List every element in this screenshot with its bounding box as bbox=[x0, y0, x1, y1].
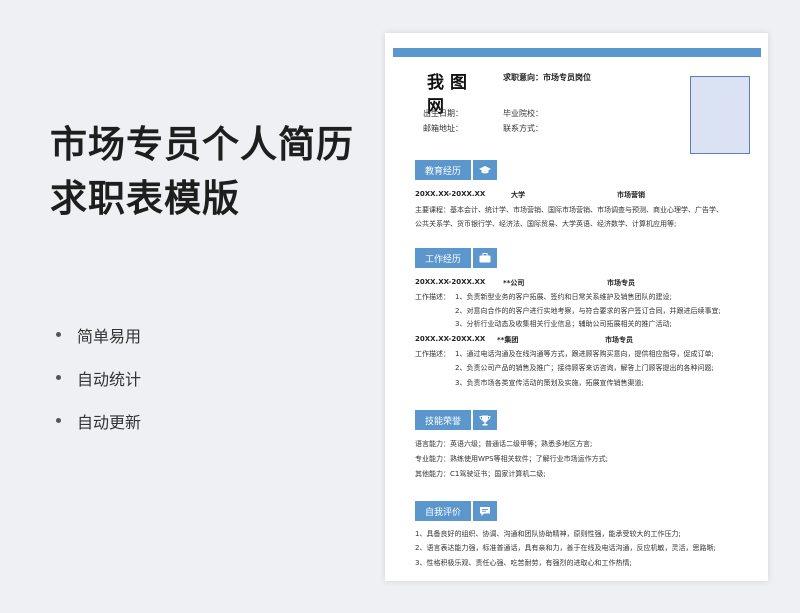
section-title: 教育经历 bbox=[415, 160, 472, 180]
section-header-work: 工作经历 bbox=[415, 248, 498, 268]
contact-label: 联系方式： bbox=[503, 124, 543, 133]
bullet-icon bbox=[56, 332, 61, 337]
job-intent: 求职意向：市场专员岗位 bbox=[503, 73, 591, 82]
job-position: 市场专员 bbox=[607, 279, 635, 287]
feature-list: 简单易用 自动统计 自动更新 bbox=[56, 313, 141, 442]
job-desc-item: 1、负责新型业务的客户拓展、签约和日常关系维护及销售团队的建设; bbox=[455, 293, 672, 301]
resume-page: 我图网 求职意向：市场专员岗位 出生日期： 毕业院校： 邮箱地址： 联系方式： … bbox=[385, 33, 768, 581]
feature-label: 自动统计 bbox=[77, 369, 142, 389]
bullet-icon bbox=[56, 418, 61, 423]
skill-line: 语言能力：英语六级；普通话二级甲等；熟悉多地区方言; bbox=[415, 440, 593, 448]
job-company: **集团 bbox=[497, 336, 519, 344]
job-desc-item: 3、分析行业动态及收集相关行业信息；辅助公司拓展相关的推广活动; bbox=[455, 320, 672, 328]
bullet-icon bbox=[56, 375, 61, 380]
promo-title: 市场专员个人简历求职表模版 bbox=[50, 123, 354, 220]
job-company: **公司 bbox=[503, 279, 525, 287]
job-period: 20XX.XX-20XX.XX bbox=[415, 278, 486, 286]
self-eval-line: 1、具备良好的组织、协调、沟通和团队协助精神，原则性强，能承受较大的工作压力; bbox=[415, 530, 681, 538]
section-title: 自我评价 bbox=[415, 501, 472, 521]
job-desc-item: 2、负责公司产品的销售及推广；接待顾客来访咨询，解答上门顾客提出的各种问题; bbox=[455, 364, 714, 372]
birth-label: 出生日期： bbox=[423, 109, 463, 118]
school-label: 毕业院校： bbox=[503, 109, 543, 118]
job-desc-item: 3、负责市场各类宣传活动的策划及实施，拓展宣传销售渠道; bbox=[455, 379, 644, 387]
chat-bubble-icon bbox=[473, 501, 498, 521]
job-desc-item: 1、通过电话沟通及在线沟通等方式，跟进顾客购买意向，提供相应指导，促成订单; bbox=[455, 350, 714, 358]
job-desc-item: 2、对意向合作的的客户进行实地考察，与符合要求的客户签订合同，并跟进后续事宜; bbox=[455, 307, 721, 315]
edu-major: 市场营销 bbox=[617, 191, 645, 199]
trophy-icon bbox=[473, 410, 498, 430]
feature-label: 自动更新 bbox=[77, 412, 142, 432]
skill-line: 专业能力：熟练使用WPS等相关软件；了解行业市场运作方式; bbox=[415, 455, 608, 463]
header-accent-bar bbox=[393, 48, 761, 57]
section-title: 技能荣誉 bbox=[415, 410, 472, 430]
feature-label: 简单易用 bbox=[77, 326, 142, 346]
skill-line: 其他能力：C1驾驶证书；国家计算机二级; bbox=[415, 470, 546, 478]
job-position: 市场专员 bbox=[605, 336, 633, 344]
section-header-education: 教育经历 bbox=[415, 160, 498, 180]
section-title: 工作经历 bbox=[415, 248, 472, 268]
feature-item: 简单易用 bbox=[56, 313, 141, 356]
feature-item: 自动更新 bbox=[56, 399, 141, 442]
self-eval-line: 3、性格积极乐观、责任心强、吃苦耐劳，有强烈的进取心和工作热情; bbox=[415, 559, 632, 567]
edu-courses-line: 公共关系学、货币银行学、经济法、国际贸易、大学英语、经济数学、计算机应用等; bbox=[415, 220, 677, 228]
job-period: 20XX.XX-20XX.XX bbox=[415, 335, 486, 343]
photo-placeholder bbox=[690, 76, 750, 154]
graduation-cap-icon bbox=[473, 160, 498, 180]
briefcase-icon bbox=[473, 248, 498, 268]
edu-school: 大学 bbox=[511, 191, 525, 199]
email-label: 邮箱地址： bbox=[423, 124, 463, 133]
edu-period: 20XX.XX-20XX.XX bbox=[415, 190, 486, 198]
job-desc-label: 工作描述： bbox=[415, 350, 450, 358]
self-eval-line: 2、语言表达能力强，标准普通话，具有亲和力，善于在线及电话沟通，反应机敏，灵活，… bbox=[415, 544, 716, 552]
job-desc-label: 工作描述： bbox=[415, 293, 450, 301]
section-header-self-evaluation: 自我评价 bbox=[415, 501, 498, 521]
section-header-skills: 技能荣誉 bbox=[415, 410, 498, 430]
feature-item: 自动统计 bbox=[56, 356, 141, 399]
edu-courses-line: 主要课程：基本会计、统计学、市场营销、国际市场营销、市场调查与预测、商业心理学、… bbox=[415, 206, 723, 214]
